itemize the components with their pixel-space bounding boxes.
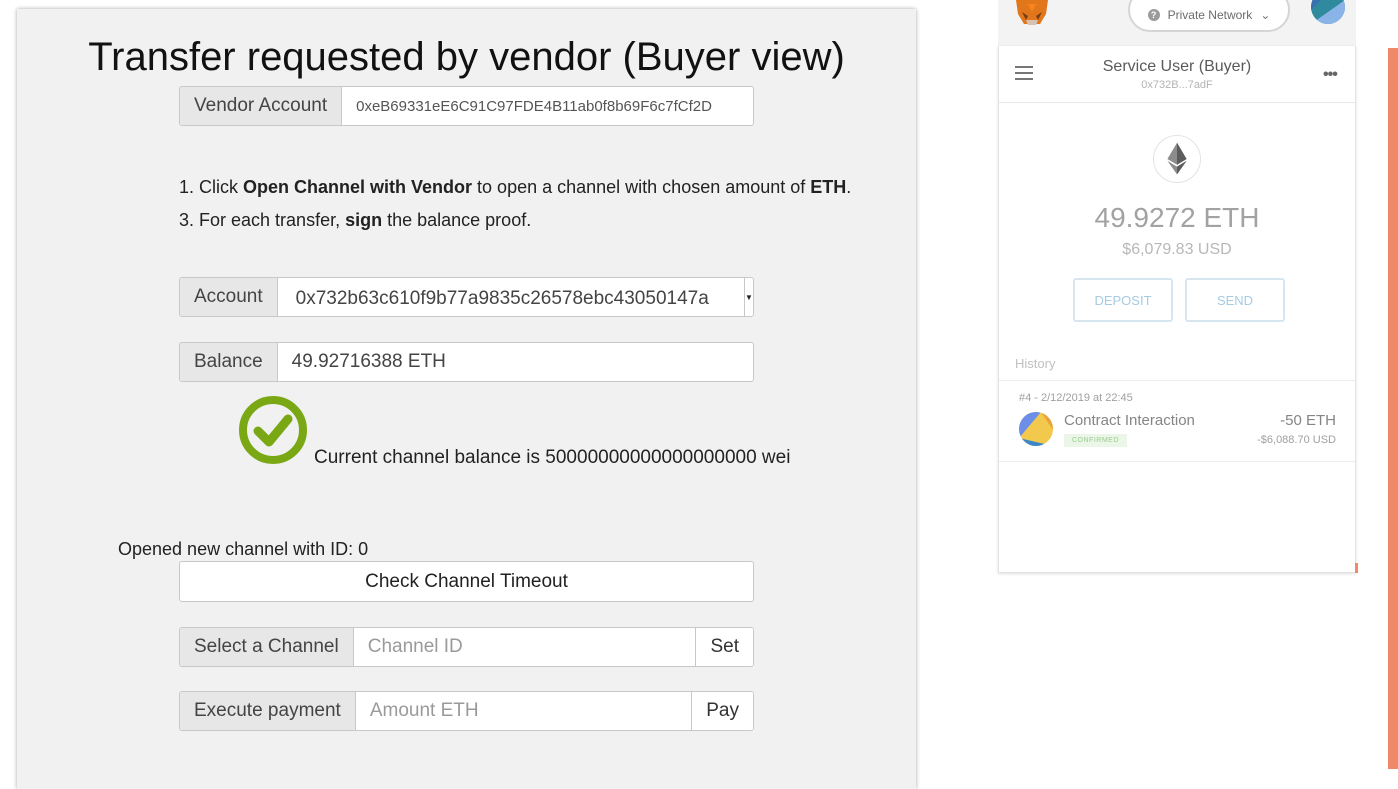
vendor-account-field[interactable]: 0xeB69331eE6C91C97FDE4B11ab0f8b69F6c7fCf…	[342, 87, 753, 125]
account-address[interactable]: 0x732B...7adF	[999, 79, 1355, 91]
deposit-button[interactable]: DEPOSIT	[1073, 278, 1173, 322]
account-header: Service User (Buyer) 0x732B...7adF •••	[999, 46, 1355, 103]
instruction-bold: sign	[345, 210, 383, 230]
vendor-account-group: Vendor Account 0xeB69331eE6C91C97FDE4B11…	[179, 86, 754, 126]
account-label: Account	[180, 278, 278, 316]
channel-balance-text: Current channel balance is 5000000000000…	[314, 447, 791, 468]
eth-balance: 49.9272 ETH	[1094, 202, 1260, 233]
transaction-row[interactable]: #4 - 2/12/2019 at 22:45 Contract Interac…	[999, 380, 1355, 462]
set-button[interactable]: Set	[695, 628, 753, 666]
amount-eth-input[interactable]: Amount ETH	[356, 692, 691, 730]
instruction-text: 3. For each transfer,	[179, 210, 346, 230]
instruction-text: 1. Click	[179, 177, 244, 197]
channel-id-input[interactable]: Channel ID	[354, 628, 696, 666]
instruction-text: the balance proof.	[382, 210, 532, 230]
execute-payment-group: Execute payment Amount ETH Pay	[179, 691, 754, 731]
transaction-identicon-icon	[1019, 412, 1053, 446]
vendor-account-label: Vendor Account	[180, 87, 343, 125]
network-name: Private Network	[1167, 8, 1253, 22]
ethereum-icon	[1153, 135, 1201, 183]
status-badge: CONFIRMED	[1064, 434, 1127, 447]
transaction-title: Contract Interaction	[1064, 412, 1195, 429]
balance-group: Balance 49.92716388 ETH	[179, 342, 754, 382]
background-accent-mark	[1355, 563, 1358, 573]
instruction-text: to open a channel with chosen amount of	[472, 177, 811, 197]
check-channel-timeout-button[interactable]: Check Channel Timeout	[179, 561, 754, 602]
instruction-text: .	[846, 177, 852, 197]
transaction-date: #4 - 2/12/2019 at 22:45	[1019, 392, 1133, 404]
opened-channel-text: Opened new channel with ID: 0	[118, 539, 369, 559]
check-circle-icon	[239, 396, 307, 464]
chevron-down-icon[interactable]: ▼	[744, 278, 753, 316]
instruction-step-1: 1. Click Open Channel with Vendor to ope…	[179, 171, 851, 204]
instruction-bold: ETH	[810, 177, 847, 197]
help-icon: ?	[1147, 9, 1160, 21]
select-channel-label: Select a Channel	[180, 628, 354, 666]
account-select[interactable]: 0x732b63c610f9b77a9835c26578ebc43050147a	[278, 278, 744, 316]
balance-label: Balance	[180, 343, 278, 381]
network-selector[interactable]: ? Private Network ⌄	[1128, 0, 1290, 32]
transaction-usd: -$6,088.70 USD	[1257, 434, 1336, 446]
metamask-fox-icon[interactable]	[1014, 0, 1050, 26]
instructions: 1. Click Open Channel with Vendor to ope…	[179, 171, 851, 237]
account-group: Account 0x732b63c610f9b77a9835c26578ebc4…	[179, 277, 754, 317]
send-button[interactable]: SEND	[1185, 278, 1285, 322]
execute-payment-label: Execute payment	[180, 692, 356, 730]
transaction-amount: -50 ETH	[1280, 412, 1336, 429]
page-title: Transfer requested by vendor (Buyer view…	[88, 35, 845, 79]
account-name[interactable]: Service User (Buyer)	[999, 58, 1355, 76]
instruction-bold: Open Channel with Vendor	[243, 177, 473, 197]
chevron-down-icon: ⌄	[1260, 8, 1271, 22]
instruction-step-3: 3. For each transfer, sign the balance p…	[179, 204, 851, 237]
dapp-panel: Transfer requested by vendor (Buyer view…	[17, 9, 916, 789]
history-label: History	[1015, 356, 1056, 371]
metamask-popup: Service User (Buyer) 0x732B...7adF ••• 4…	[998, 46, 1356, 573]
more-options-icon[interactable]: •••	[1323, 66, 1338, 84]
background-accent-strip	[1388, 48, 1398, 769]
pay-button[interactable]: Pay	[691, 692, 753, 730]
balance-field: 49.92716388 ETH	[291, 351, 446, 372]
usd-balance: $6,079.83 USD	[1122, 241, 1232, 258]
select-channel-group: Select a Channel Channel ID Set	[179, 627, 754, 667]
